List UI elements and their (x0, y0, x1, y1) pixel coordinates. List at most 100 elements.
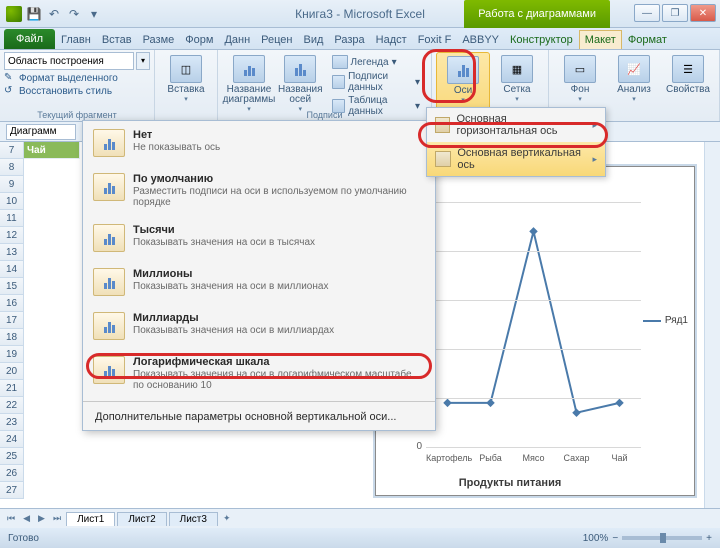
tab-pagelayout[interactable]: Разме (138, 31, 180, 49)
gallery-item[interactable]: ТысячиПоказывать значения на оси в тысяч… (83, 216, 435, 260)
x-axis-title[interactable]: Продукты питания (376, 477, 644, 489)
sheet-tab-2[interactable]: Лист2 (117, 512, 166, 526)
row-header[interactable]: 24 (0, 431, 24, 448)
legend-button[interactable]: Легенда ▾ (329, 54, 423, 70)
row-header[interactable]: 25 (0, 448, 24, 465)
sheet-nav-prev[interactable]: ◀ (20, 513, 33, 524)
gallery-item-icon (93, 356, 125, 384)
zoom-slider[interactable] (622, 536, 702, 540)
row-header[interactable]: 20 (0, 363, 24, 380)
axes-icon (447, 56, 479, 84)
row-header[interactable]: 9 (0, 176, 24, 193)
chart-legend[interactable]: Ряд1 (643, 315, 688, 326)
sheet-tab-1[interactable]: Лист1 (66, 512, 115, 526)
gallery-item[interactable]: МиллионыПоказывать значения на оси в мил… (83, 260, 435, 304)
save-icon[interactable]: 💾 (26, 6, 42, 22)
sheet-tab-3[interactable]: Лист3 (169, 512, 218, 526)
tab-developer[interactable]: Разра (329, 31, 369, 49)
analysis-button[interactable]: 📈Анализ▾ (607, 52, 661, 119)
name-box[interactable] (6, 124, 76, 140)
gallery-item[interactable]: Логарифмическая шкалаПоказывать значения… (83, 348, 435, 399)
tab-design[interactable]: Конструктор (505, 31, 578, 49)
zoom-thumb[interactable] (660, 533, 666, 543)
quick-access-toolbar: 💾 ↶ ↷ ▾ (0, 6, 102, 22)
axis-titles-button[interactable]: Названия осей▾ (276, 52, 325, 119)
x-tick: Чай (598, 453, 641, 463)
gallery-item[interactable]: МиллиардыПоказывать значения на оси в ми… (83, 304, 435, 348)
row-header[interactable]: 14 (0, 261, 24, 278)
row-header[interactable]: 18 (0, 329, 24, 346)
row-header[interactable]: 23 (0, 414, 24, 431)
vertical-axis-gallery: НетНе показывать осьПо умолчаниюРазмести… (82, 120, 436, 431)
x-tick: Рыба (469, 453, 512, 463)
format-selection-button[interactable]: ✎Формат выделенного (4, 72, 150, 84)
cell-a7[interactable]: Чай (24, 142, 80, 159)
row-header[interactable]: 7 (0, 142, 24, 159)
background-icon: ▭ (564, 55, 596, 83)
data-labels-icon (332, 75, 346, 89)
close-button[interactable]: ✕ (690, 4, 716, 22)
gallery-item[interactable]: По умолчаниюРазместить подписи на оси в … (83, 165, 435, 216)
primary-vertical-axis-item[interactable]: Основная вертикальная ось▸ (427, 142, 605, 176)
tab-foxit[interactable]: Foxit F (413, 31, 457, 49)
zoom-controls: 100% − + (583, 533, 712, 544)
x-tick: Картофель (426, 453, 469, 463)
tab-formulas[interactable]: Форм (180, 31, 218, 49)
group-label-labels: Подписи (218, 110, 431, 120)
row-header[interactable]: 8 (0, 159, 24, 176)
qat-customize-icon[interactable]: ▾ (86, 6, 102, 22)
tab-view[interactable]: Вид (299, 31, 329, 49)
file-tab[interactable]: Файл (4, 29, 55, 49)
legend-icon (332, 55, 348, 69)
sheet-nav-first[interactable]: ⏮ (4, 513, 18, 524)
row-header[interactable]: 11 (0, 210, 24, 227)
reset-style-button[interactable]: ↺Восстановить стиль (4, 85, 150, 97)
insert-button[interactable]: ◫ Вставка ▾ (159, 52, 213, 106)
tab-addins[interactable]: Надст (371, 31, 412, 49)
new-sheet-button[interactable]: ✦ (220, 513, 234, 524)
insert-shapes-icon: ◫ (170, 55, 202, 83)
sheet-nav-next[interactable]: ▶ (35, 513, 48, 524)
row-header[interactable]: 12 (0, 227, 24, 244)
selection-combobox[interactable] (4, 52, 134, 70)
row-header[interactable]: 21 (0, 380, 24, 397)
row-header[interactable]: 16 (0, 295, 24, 312)
zoom-level[interactable]: 100% (583, 533, 609, 544)
row-header[interactable]: 17 (0, 312, 24, 329)
gallery-item-icon (93, 173, 125, 201)
zoom-in-button[interactable]: + (706, 533, 712, 544)
data-labels-button[interactable]: Подписи данных ▾ (329, 70, 423, 94)
gallery-item[interactable]: НетНе показывать ось (83, 121, 435, 165)
group-label-selection: Текущий фрагмент (0, 110, 154, 120)
sheet-nav-last[interactable]: ⏭ (50, 513, 64, 524)
more-axis-options[interactable]: Дополнительные параметры основной вертик… (83, 404, 435, 430)
plot-area[interactable]: 010002000300040005000 КартофельРыбаМясоС… (426, 202, 641, 447)
row-header[interactable]: 13 (0, 244, 24, 261)
primary-horizontal-axis-item[interactable]: Основная горизонтальная ось▸ (427, 108, 605, 142)
zoom-out-button[interactable]: − (612, 533, 618, 544)
status-bar: Готово 100% − + (0, 528, 720, 548)
vertical-scrollbar[interactable] (704, 142, 720, 508)
row-header[interactable]: 27 (0, 482, 24, 499)
horiz-axis-icon (435, 117, 450, 133)
undo-icon[interactable]: ↶ (46, 6, 62, 22)
tab-review[interactable]: Рецен (256, 31, 297, 49)
chart-title-button[interactable]: Название диаграммы▾ (222, 52, 276, 119)
tab-abbyy[interactable]: ABBYY (457, 31, 504, 49)
redo-icon[interactable]: ↷ (66, 6, 82, 22)
properties-button[interactable]: ☰Свойства (661, 52, 715, 119)
x-tick: Мясо (512, 453, 555, 463)
selection-dropdown-icon[interactable]: ▾ (136, 52, 150, 70)
row-header[interactable]: 19 (0, 346, 24, 363)
tab-insert[interactable]: Встав (97, 31, 137, 49)
row-header[interactable]: 15 (0, 278, 24, 295)
maximize-button[interactable]: ❐ (662, 4, 688, 22)
tab-layout[interactable]: Макет (579, 30, 622, 49)
tab-format[interactable]: Формат (623, 31, 672, 49)
tab-data[interactable]: Данн (219, 31, 255, 49)
minimize-button[interactable]: — (634, 4, 660, 22)
row-header[interactable]: 10 (0, 193, 24, 210)
tab-home[interactable]: Главн (56, 31, 96, 49)
row-header[interactable]: 26 (0, 465, 24, 482)
row-header[interactable]: 22 (0, 397, 24, 414)
